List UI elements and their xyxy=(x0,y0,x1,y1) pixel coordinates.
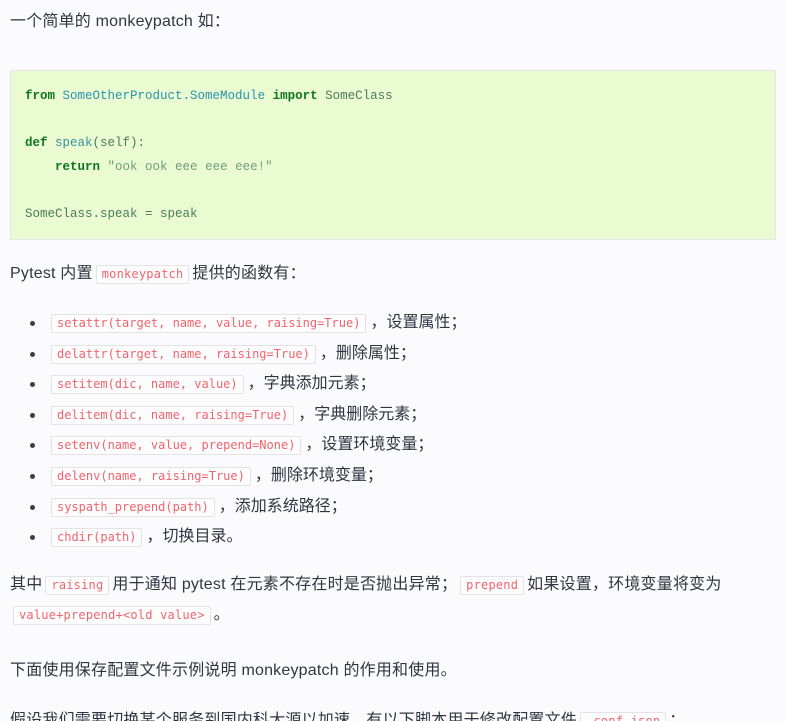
raising-prepend-paragraph: 其中 raising 用于通知 pytest 在元素不存在时是否抛出异常； prepe… xyxy=(10,570,776,631)
inline-code-function-signature: delattr(target, name, raising=True) xyxy=(51,344,316,364)
code-token-plain: (self): xyxy=(92,136,146,150)
inline-code-conf-json: .conf.json xyxy=(580,712,667,721)
code-token-name: SomeClass xyxy=(325,89,393,103)
inline-code-function-signature: syspath_prepend(path) xyxy=(51,497,215,517)
code-content: from SomeOtherProduct.SomeModule import … xyxy=(25,89,393,221)
inline-code-function-signature: setitem(dic, name, value) xyxy=(51,375,244,395)
list-item-description: ，设置环境变量； xyxy=(305,436,434,454)
list-item-description: ，字典删除元素； xyxy=(298,405,427,423)
list-item-description: ，字典添加元素； xyxy=(247,375,376,393)
list-item: delenv(name, raising=True) ，删除环境变量； xyxy=(30,465,776,487)
code-token-fn: speak xyxy=(55,136,93,150)
inline-code-function-signature: setenv(name, value, prepend=None) xyxy=(51,436,302,456)
raising-seg2: 用于通知 pytest 在元素不存在时是否抛出异常； xyxy=(112,575,458,593)
monkeypatch-function-list: setattr(target, name, value, raising=Tru… xyxy=(10,312,776,548)
pytest-builtin-paragraph: Pytest 内置 monkeypatch 提供的函数有： xyxy=(10,262,776,286)
list-item: delitem(dic, name, raising=True) ，字典删除元素； xyxy=(30,404,776,426)
inline-code-function-signature: chdir(path) xyxy=(51,528,143,548)
list-item-description: ，切换目录。 xyxy=(146,528,243,546)
raising-seg4: 。 xyxy=(213,606,230,624)
list-item-description: ，删除环境变量； xyxy=(254,466,383,484)
code-token-string: "ook ook eee eee eee!" xyxy=(107,159,273,174)
assume-paragraph: 假设我们需要切换某个服务到国内科大源以加速，有以下脚本用于修改配置文件.conf… xyxy=(10,709,776,721)
code-token-plain: SomeClass.speak = speak xyxy=(25,206,198,221)
python-code-block: from SomeOtherProduct.SomeModule import … xyxy=(10,70,776,240)
assume-seg1: 假设我们需要切换某个服务到国内科大源以加速，有以下脚本用于修改配置文件 xyxy=(10,712,578,721)
list-item-description: ，添加系统路径； xyxy=(218,497,347,515)
list-item: setattr(target, name, value, raising=Tru… xyxy=(30,312,776,334)
code-token-keyword: def xyxy=(25,136,48,150)
pytest-builtin-after: 提供的函数有： xyxy=(192,265,306,282)
code-token-keyword: from xyxy=(25,89,56,103)
list-item: chdir(path) ，切换目录。 xyxy=(30,526,776,548)
inline-code-function-signature: delenv(name, raising=True) xyxy=(51,466,251,486)
intro-paragraph: 一个简单的 monkeypatch 如： xyxy=(10,13,231,30)
inline-code-value-prepend: value+prepend+<old value> xyxy=(13,606,211,626)
list-item: setitem(dic, name, value) ，字典添加元素； xyxy=(30,373,776,395)
raising-seg1: 其中 xyxy=(10,575,43,593)
inline-code-raising: raising xyxy=(45,575,110,595)
inline-code-monkeypatch: monkeypatch xyxy=(95,265,190,284)
raising-seg3: 如果设置，环境变量将变为 xyxy=(527,575,722,593)
list-item: delattr(target, name, raising=True) ，删除属性… xyxy=(30,343,776,365)
below-usage-paragraph: 下面使用保存配置文件示例说明 monkeypatch 的作用和使用。 xyxy=(10,662,457,680)
list-item: setenv(name, value, prepend=None) ，设置环境变量… xyxy=(30,434,776,456)
inline-code-function-signature: setattr(target, name, value, raising=Tru… xyxy=(51,314,367,333)
code-token-module: SomeOtherProduct.SomeModule xyxy=(62,89,266,103)
list-item: syspath_prepend(path) ，添加系统路径； xyxy=(30,496,776,518)
inline-code-prepend: prepend xyxy=(460,575,525,595)
document-page: 一个简单的 monkeypatch 如： from SomeOtherProdu… xyxy=(0,0,786,721)
code-token-keyword: import xyxy=(272,89,318,103)
inline-code-function-signature: delitem(dic, name, raising=True) xyxy=(51,405,295,425)
list-item-description: ，设置属性； xyxy=(370,314,467,331)
code-token-keyword: return xyxy=(55,159,101,174)
assume-seg2: ： xyxy=(669,712,686,721)
list-item-description: ，删除属性； xyxy=(319,344,416,362)
pytest-builtin-before: Pytest 内置 xyxy=(10,265,93,282)
